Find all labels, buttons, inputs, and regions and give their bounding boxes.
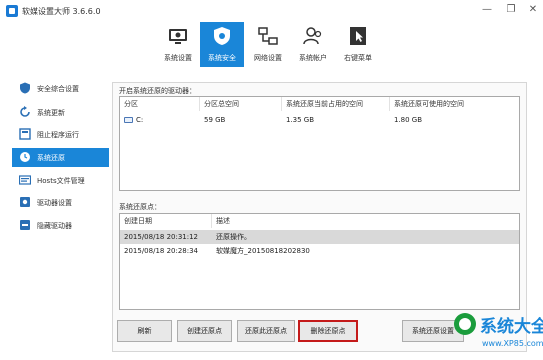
description-cell: 软媒魔方_20150818202830 [216,247,310,255]
sidebar-item-label: 系统还原 [37,154,65,162]
sidebar-item-hosts[interactable]: Hosts文件管理 [12,171,109,190]
sidebar-item-label: 系统更新 [37,109,65,117]
tab-system-accounts[interactable]: 系统帐户 [291,22,335,67]
total-space-cell: 59 GB [204,116,226,124]
main-toolbar: 系统设置 系统安全 网络设置 系统帐户 右键菜单 [0,22,543,67]
network-icon [258,27,278,45]
column-header[interactable]: 系统还原当前占用的空间 [282,97,390,111]
close-icon[interactable]: ✕ [527,4,539,16]
drive-settings-icon [20,197,30,207]
delete-restore-point-button[interactable]: 删除还原点 [298,320,358,342]
sidebar-item-label: 隐藏驱动器 [37,222,72,230]
restore-points-table[interactable]: 创建日期 描述 2015/08/18 20:31:12 还原操作。 2015/0… [119,213,520,310]
column-header[interactable]: 分区 [120,97,200,111]
minimize-icon[interactable]: — [481,4,493,16]
tab-label: 右键菜单 [344,54,372,62]
users-icon [303,27,322,45]
date-cell: 2015/08/18 20:31:12 [124,233,199,241]
tab-label: 网络设置 [254,54,282,62]
column-header[interactable]: 分区总空间 [200,97,282,111]
watermark-logo-icon [454,313,476,335]
title-bar: 软媒设置大师 3.6.6.0 — ❐ ✕ [0,0,543,22]
sidebar: 安全综合设置 系统更新 阻止程序运行 系统还原 Hosts文件管理 驱动器设置 … [12,77,109,247]
tab-label: 系统设置 [164,54,192,62]
column-header[interactable]: 系统还原可使用的空间 [390,97,519,111]
sidebar-item-label: 阻止程序运行 [37,131,79,139]
sidebar-item-system-update[interactable]: 系统更新 [12,103,109,122]
shield-icon [214,27,230,45]
sidebar-item-block-program[interactable]: 阻止程序运行 [12,125,109,144]
date-cell: 2015/08/18 20:28:34 [124,247,199,255]
sidebar-item-security-overview[interactable]: 安全综合设置 [12,79,109,98]
site-watermark: 系统大全 www.XP85.com [452,311,543,360]
restore-icon[interactable]: ❐ [505,4,517,16]
monitor-settings-icon [169,29,187,44]
tab-label: 系统帐户 [299,54,327,62]
app-logo-icon [6,5,18,17]
table-row[interactable]: 2015/08/18 20:31:12 还原操作。 [120,230,519,244]
refresh-button[interactable]: 刷新 [117,320,172,342]
available-space-cell: 1.80 GB [394,116,423,124]
block-program-icon [19,128,31,140]
shield-settings-icon [20,82,30,94]
tab-system-settings[interactable]: 系统设置 [156,22,200,67]
hidden-drive-icon [20,220,30,230]
partition-value: C: [136,116,144,124]
restore-icon [20,152,30,162]
table-row[interactable]: C: 59 GB 1.35 GB 1.80 GB [120,113,519,127]
drives-group-label: 开启系统还原的驱动器： [119,87,196,95]
sidebar-item-drive-settings[interactable]: 驱动器设置 [12,193,109,212]
drives-table[interactable]: 分区 分区总空间 系统还原当前占用的空间 系统还原可使用的空间 C: 59 GB… [119,96,520,191]
partition-cell: C: [120,113,200,127]
tab-context-menu[interactable]: 右键菜单 [336,22,380,67]
used-space-cell: 1.35 GB [286,116,315,124]
sidebar-item-system-restore[interactable]: 系统还原 [12,148,109,167]
drive-icon [124,117,133,123]
refresh-icon [20,106,30,117]
context-menu-icon [350,27,366,45]
tab-network-settings[interactable]: 网络设置 [246,22,290,67]
tab-label: 系统安全 [208,54,236,62]
watermark-url: www.XP85.com [482,339,543,348]
tab-system-security[interactable]: 系统安全 [200,22,244,67]
restore-this-point-button[interactable]: 还原此还原点 [237,320,295,342]
sidebar-item-hide-drive[interactable]: 隐藏驱动器 [12,216,109,235]
create-restore-point-button[interactable]: 创建还原点 [177,320,232,342]
window-title: 软媒设置大师 3.6.6.0 [22,7,101,16]
sidebar-item-label: 安全综合设置 [37,85,79,93]
restore-points-group-label: 系统还原点： [119,203,161,211]
description-cell: 还原操作。 [216,233,251,241]
hosts-icon [19,175,31,185]
column-header[interactable]: 创建日期 [120,214,212,228]
column-header[interactable]: 描述 [212,214,519,228]
sidebar-item-label: Hosts文件管理 [37,177,85,185]
sidebar-item-label: 驱动器设置 [37,199,72,207]
watermark-title: 系统大全 [480,317,543,337]
table-row[interactable]: 2015/08/18 20:28:34 软媒魔方_20150818202830 [120,244,519,258]
